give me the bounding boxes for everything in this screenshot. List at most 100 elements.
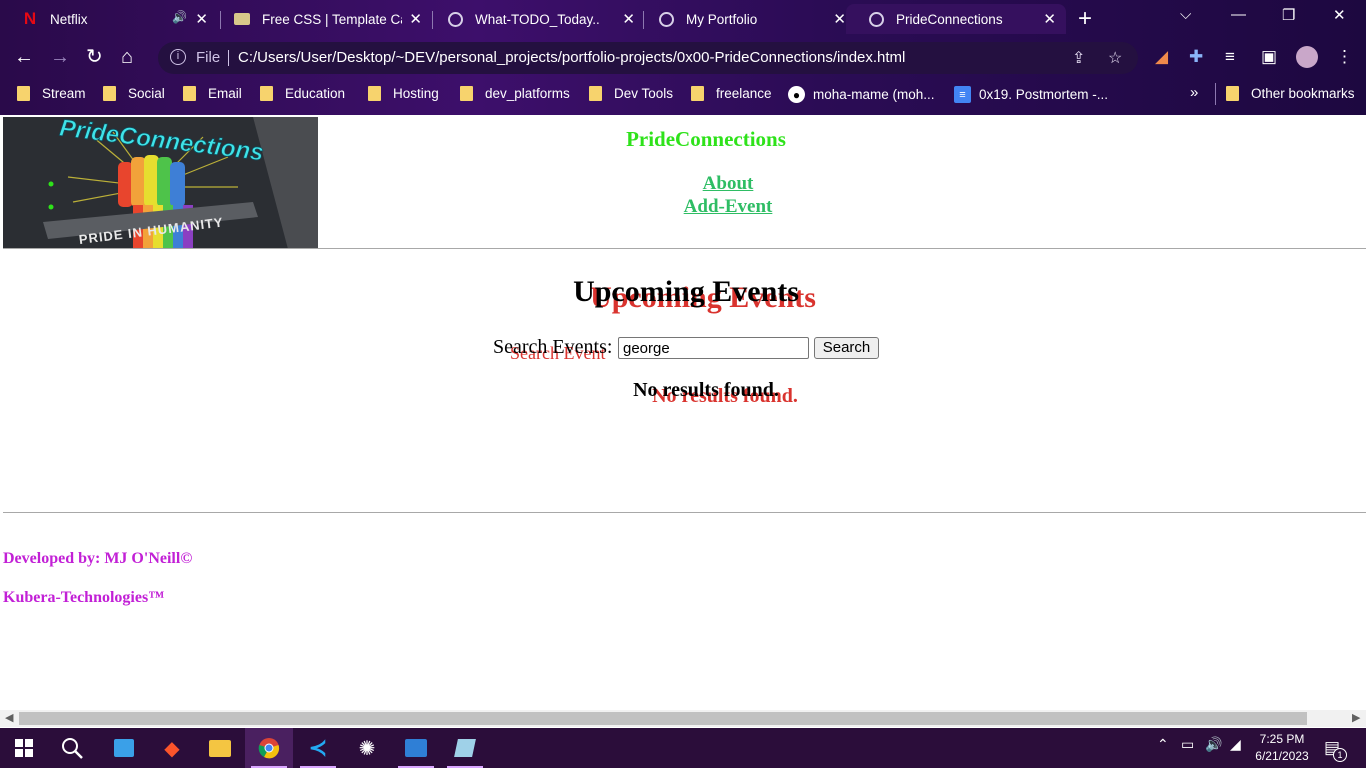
back-icon[interactable]: ← (14, 46, 34, 68)
globe-icon (658, 11, 674, 27)
folder-icon (17, 86, 30, 101)
avatar[interactable] (1296, 46, 1318, 68)
scroll-right-icon[interactable]: ▶ (1352, 711, 1360, 724)
minimize-icon[interactable]: — (1231, 6, 1246, 23)
globe-icon (447, 11, 463, 27)
side-panel-icon[interactable]: ▣ (1261, 47, 1277, 67)
new-tab-button[interactable]: + (1078, 7, 1092, 31)
bookmark-folder[interactable]: Hosting (368, 86, 439, 101)
search-input[interactable] (618, 337, 809, 359)
folder-icon (1226, 86, 1239, 101)
scroll-left-icon[interactable]: ◀ (5, 711, 13, 724)
wifi-icon[interactable]: ◢ (1230, 736, 1241, 753)
notification-badge: 1 (1333, 748, 1347, 762)
bookmark-label: Stream (42, 86, 86, 101)
address-divider (228, 50, 229, 66)
tab-title: What-TODO_Today.. (475, 11, 600, 27)
restore-icon[interactable]: ❐ (1282, 6, 1295, 24)
bookmark-github[interactable]: ● moha-mame (moh... (788, 86, 935, 103)
store-icon[interactable] (100, 728, 148, 768)
close-icon[interactable]: ✕ (833, 10, 846, 28)
bookmark-doc[interactable]: ≡ 0x19. Postmortem -... (954, 86, 1108, 103)
chrome-icon[interactable] (245, 728, 293, 768)
tab-strip: N Netflix 🔊 ✕ Free CSS | Template Cat ✕ … (0, 0, 1366, 38)
clock-date: 6/21/2023 (1255, 749, 1309, 763)
tab-what-todo[interactable]: What-TODO_Today.. ✕ (425, 4, 645, 34)
forward-icon[interactable]: → (50, 46, 70, 68)
bookmarks-overflow-button[interactable]: » (1190, 84, 1198, 101)
bookmark-label: moha-mame (moh... (813, 87, 935, 102)
bookmark-folder[interactable]: Dev Tools (589, 86, 673, 101)
folder-icon (103, 86, 116, 101)
close-icon[interactable]: ✕ (409, 10, 422, 28)
photos-icon[interactable] (392, 728, 440, 768)
bookmark-folder[interactable]: Stream (17, 86, 86, 101)
scrollbar-thumb[interactable] (19, 712, 1307, 725)
share-icon[interactable]: ⇪ (1072, 48, 1085, 68)
search-label: Search Events: (493, 336, 613, 358)
brave-icon[interactable]: ◆ (148, 728, 196, 768)
chatgpt-icon[interactable]: ✺ (343, 728, 391, 768)
bookmark-folder[interactable]: Social (103, 86, 165, 101)
bookmark-label: freelance (716, 86, 772, 101)
window-close-icon[interactable]: ✕ (1333, 6, 1346, 24)
close-icon[interactable]: ✕ (1043, 10, 1056, 28)
folder-icon (691, 86, 704, 101)
url-text[interactable]: C:/Users/User/Desktop/~DEV/personal_proj… (238, 49, 905, 66)
info-icon[interactable]: i (170, 49, 186, 65)
bookmark-label: Other bookmarks (1251, 86, 1355, 101)
taskbar-clock[interactable]: 7:25 PM 6/21/2023 (1250, 731, 1314, 765)
scheme-label: File (196, 49, 221, 66)
volume-icon[interactable]: 🔊 (1205, 736, 1222, 753)
bookmark-folder[interactable]: Education (260, 86, 345, 101)
address-bar[interactable]: i File C:/Users/User/Desktop/~DEV/person… (158, 42, 1138, 74)
home-icon[interactable]: ⌂ (121, 46, 133, 68)
nav-link-about[interactable]: About (0, 173, 1366, 195)
folder-icon (183, 86, 196, 101)
folder-icon (460, 86, 473, 101)
close-icon[interactable]: ✕ (195, 10, 208, 28)
tab-title: Netflix (50, 11, 88, 27)
site-title: PrideConnections (626, 127, 786, 151)
folder-icon (368, 86, 381, 101)
close-icon[interactable]: ✕ (622, 10, 635, 28)
browser-chrome: N Netflix 🔊 ✕ Free CSS | Template Cat ✕ … (0, 0, 1366, 115)
bookmark-label: Dev Tools (614, 86, 674, 101)
browser-toolbar: ← → ↻ ⌂ i File C:/Users/User/Desktop/~DE… (0, 38, 1366, 78)
menu-icon[interactable]: ⋮ (1336, 47, 1353, 67)
tab-title: PrideConnections (896, 11, 1003, 27)
tab-prideconnections[interactable]: PrideConnections ✕ (846, 4, 1066, 34)
notepad-icon[interactable] (441, 728, 489, 768)
bookmark-folder[interactable]: freelance (691, 86, 772, 101)
speaker-icon[interactable]: 🔊 (172, 10, 187, 24)
bookmark-folder[interactable]: Email (183, 86, 242, 101)
search-icon[interactable] (48, 728, 96, 768)
battery-icon[interactable]: ▭ (1181, 736, 1194, 753)
docs-icon: ≡ (954, 86, 971, 103)
horizontal-scrollbar[interactable]: ◀ ▶ (0, 710, 1366, 727)
bookmarks-bar: Stream Social Email Education Hosting de… (0, 78, 1366, 115)
windows-start-icon[interactable] (0, 728, 48, 768)
netflix-icon: N (23, 9, 37, 28)
vscode-icon[interactable]: ≺ (294, 728, 342, 768)
tab-title: My Portfolio (686, 11, 758, 27)
bookmark-folder[interactable]: dev_platforms (460, 86, 570, 101)
reload-icon[interactable]: ↻ (86, 46, 103, 68)
other-bookmarks[interactable]: Other bookmarks (1226, 86, 1355, 101)
search-button[interactable]: Search (814, 337, 879, 359)
tab-netflix[interactable]: N Netflix 🔊 ✕ (0, 4, 218, 34)
bookmark-label: Email (208, 86, 242, 101)
extension-icon[interactable]: ◢ (1155, 47, 1168, 67)
puzzle-icon[interactable]: ✚ (1189, 47, 1203, 67)
media-icon[interactable]: ≡ (1225, 47, 1235, 67)
show-hidden-icons[interactable]: ⌃ (1157, 736, 1169, 753)
tab-search-icon[interactable]: ⌵ (1180, 6, 1191, 23)
tab-free-css[interactable]: Free CSS | Template Cat ✕ (212, 4, 432, 34)
nav-link-add-event[interactable]: Add-Event (0, 196, 1366, 218)
tab-my-portfolio[interactable]: My Portfolio ✕ (636, 4, 856, 34)
folder-icon (589, 86, 602, 101)
tab-title: Free CSS | Template Cat (262, 11, 402, 27)
clock-time: 7:25 PM (1259, 732, 1305, 746)
bookmark-star-icon[interactable]: ☆ (1108, 48, 1122, 68)
file-explorer-icon[interactable] (196, 728, 244, 768)
